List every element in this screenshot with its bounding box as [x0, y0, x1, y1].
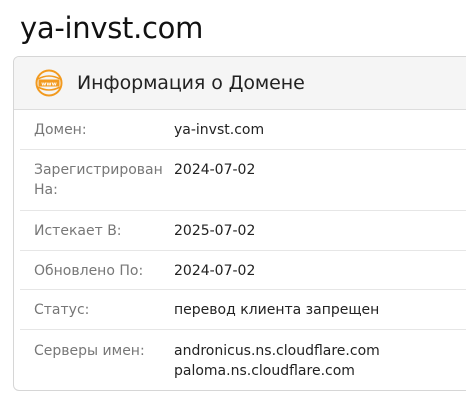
table-row: Зарегистрирован На: 2024-07-02	[20, 150, 466, 211]
domain-info-table: Домен: ya-invst.com Зарегистрирован На: …	[20, 110, 466, 390]
row-value-list: andronicus.ns.cloudflare.com paloma.ns.c…	[160, 341, 466, 390]
nameserver-2: paloma.ns.cloudflare.com	[174, 363, 355, 379]
row-value: перевод клиента запрещен	[174, 302, 380, 318]
nameserver-1: andronicus.ns.cloudflare.com	[174, 343, 380, 359]
domain-info-card: www Информация о Домене Домен: ya-invst.…	[13, 56, 466, 391]
page-title: ya-invst.com	[20, 11, 204, 45]
row-label: Серверы имен:	[34, 343, 145, 359]
table-row: Домен: ya-invst.com	[20, 110, 466, 150]
row-label: Истекает В:	[34, 223, 122, 239]
table-row: Обновлено По: 2024-07-02	[20, 251, 466, 290]
table-row: Статус: перевод клиента запрещен	[20, 290, 466, 330]
row-label: Зарегистрирован На:	[34, 162, 163, 198]
row-label: Обновлено По:	[34, 263, 144, 279]
row-value: 2024-07-02	[174, 263, 256, 279]
svg-text:www: www	[41, 81, 57, 87]
table-row: Истекает В: 2025-07-02	[20, 211, 466, 251]
www-globe-icon: www	[35, 69, 63, 97]
table-row: Серверы имен: andronicus.ns.cloudflare.c…	[20, 330, 466, 390]
row-value: ya-invst.com	[174, 122, 265, 138]
row-value: 2024-07-02	[174, 162, 256, 178]
card-title: Информация о Домене	[77, 72, 305, 94]
row-label: Домен:	[34, 122, 87, 138]
row-value: 2025-07-02	[174, 223, 256, 239]
row-label: Статус:	[34, 302, 90, 318]
card-header: www Информация о Домене	[14, 57, 466, 110]
